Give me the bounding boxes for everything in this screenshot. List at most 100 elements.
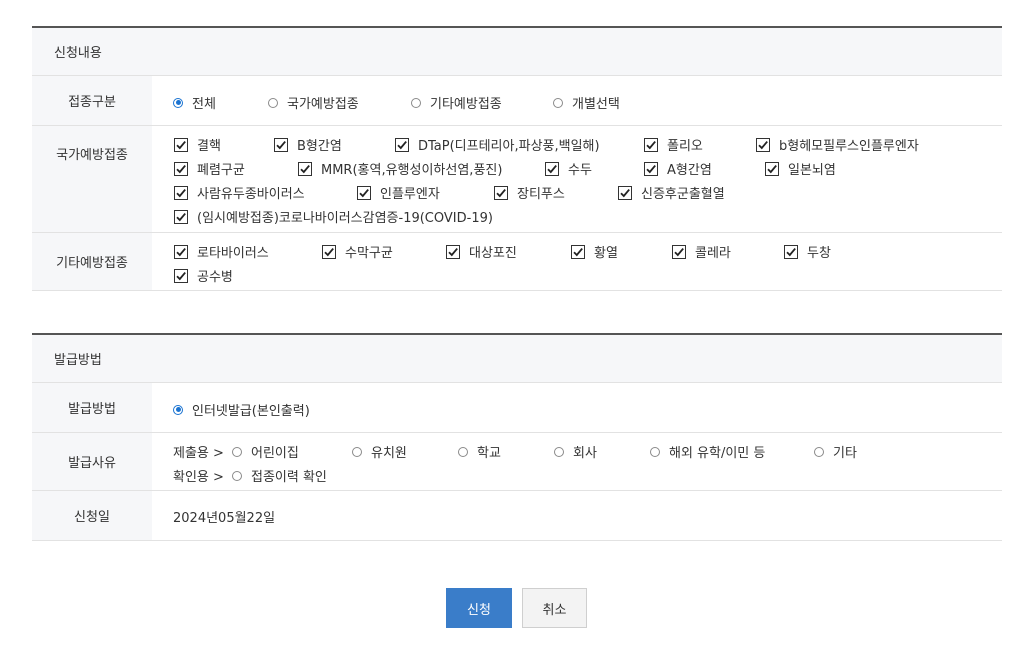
radio-all[interactable]: 전체 (173, 93, 216, 112)
checkbox-checked-icon[interactable] (298, 161, 312, 176)
checkbox-checked-icon[interactable] (174, 137, 188, 152)
category-options: 전체 국가예방접종 기타예방접종 개별선택 (152, 76, 1002, 125)
checkbox-item[interactable]: 콜레라 (672, 242, 731, 261)
checkbox-item[interactable]: 대상포진 (446, 242, 517, 261)
other-vaccine-list: 로타바이러스 수막구균 대상포진 황열 콜레라 두창 공수병 (152, 233, 1002, 290)
submit-button[interactable]: 신청 (446, 588, 512, 628)
radio-icon[interactable] (553, 97, 563, 108)
checkbox-checked-icon[interactable] (672, 244, 686, 259)
checkbox-label: 장티푸스 (517, 187, 565, 202)
checkbox-checked-icon[interactable] (357, 185, 371, 200)
checkbox-item[interactable]: (임시예방접종)코로나바이러스감염증-19(COVID-19) (174, 207, 493, 226)
radio-label: 기타 (833, 446, 857, 461)
other-vaccine-row: 기타예방접종 로타바이러스 수막구균 대상포진 황열 콜레라 두창 공수병 (32, 233, 1002, 291)
radio-icon[interactable] (232, 446, 242, 457)
radio-icon[interactable] (458, 446, 468, 457)
radio-internet-issue[interactable]: 인터넷발급(본인출력) (173, 400, 310, 419)
checkbox-item[interactable]: 신증후군출혈열 (618, 183, 725, 202)
checkbox-checked-icon[interactable] (322, 244, 336, 259)
confirm-prefix: 확인용 > (173, 470, 224, 485)
radio-icon[interactable] (352, 446, 362, 457)
checkbox-item[interactable]: 로타바이러스 (174, 242, 269, 261)
checkbox-label: 대상포진 (469, 246, 517, 261)
checkbox-checked-icon[interactable] (174, 161, 188, 176)
checkbox-item[interactable]: 수막구균 (322, 242, 393, 261)
checkbox-label: 폴리오 (667, 139, 703, 154)
checkbox-label: 공수병 (197, 270, 233, 285)
radio-icon[interactable] (650, 446, 660, 457)
checkbox-label: (임시예방접종)코로나바이러스감염증-19(COVID-19) (197, 211, 493, 226)
radio-label: 회사 (573, 446, 597, 461)
radio-selected-icon[interactable] (173, 404, 183, 415)
radio-label: 학교 (477, 446, 501, 461)
radio-history-check[interactable]: 접종이력 확인 (232, 466, 327, 485)
checkbox-label: 수두 (568, 163, 592, 178)
checkbox-checked-icon[interactable] (756, 137, 770, 152)
checkbox-item[interactable]: A형간염 (644, 159, 712, 178)
radio-label: 전체 (192, 97, 216, 112)
radio-kindergarten[interactable]: 유치원 (352, 442, 407, 461)
application-date: 2024년05월22일 (173, 511, 276, 526)
row-label: 접종구분 (32, 76, 152, 125)
radio-selected-icon[interactable] (173, 97, 183, 108)
checkbox-checked-icon[interactable] (571, 244, 585, 259)
radio-label: 어린이집 (251, 446, 299, 461)
radio-individual[interactable]: 개별선택 (553, 93, 620, 112)
checkbox-checked-icon[interactable] (274, 137, 288, 152)
checkbox-item[interactable]: 황열 (571, 242, 618, 261)
radio-label: 유치원 (371, 446, 407, 461)
radio-daycare[interactable]: 어린이집 (232, 442, 299, 461)
radio-icon[interactable] (814, 446, 824, 457)
issue-reason-row: 발급사유 제출용 > 어린이집 유치원 학교 회사 해외 유학/이민 등 기타 … (32, 433, 1002, 491)
radio-label: 해외 유학/이민 등 (669, 446, 766, 461)
radio-icon[interactable] (411, 97, 421, 108)
checkbox-item[interactable]: 결핵 (174, 135, 221, 154)
checkbox-checked-icon[interactable] (545, 161, 559, 176)
national-vaccine-row: 국가예방접종 결핵 B형간염 DTaP(디프테리아,파상풍,백일해) 폴리오 b… (32, 126, 1002, 233)
checkbox-checked-icon[interactable] (395, 137, 409, 152)
checkbox-item[interactable]: 일본뇌염 (765, 159, 836, 178)
checkbox-item[interactable]: B형간염 (274, 135, 342, 154)
checkbox-item[interactable]: DTaP(디프테리아,파상풍,백일해) (395, 135, 600, 154)
radio-label: 인터넷발급(본인출력) (192, 404, 310, 419)
radio-company[interactable]: 회사 (554, 442, 597, 461)
checkbox-checked-icon[interactable] (446, 244, 460, 259)
radio-icon[interactable] (268, 97, 278, 108)
checkbox-item[interactable]: 수두 (545, 159, 592, 178)
section-title: 발급방법 (32, 333, 1002, 383)
checkbox-item[interactable]: MMR(홍역,유행성이하선염,풍진) (298, 159, 502, 178)
radio-other-reason[interactable]: 기타 (814, 442, 857, 461)
checkbox-item[interactable]: b형헤모필루스인플루엔자 (756, 135, 919, 154)
checkbox-item[interactable]: 장티푸스 (494, 183, 565, 202)
checkbox-label: 결핵 (197, 139, 221, 154)
radio-national[interactable]: 국가예방접종 (268, 93, 359, 112)
checkbox-item[interactable]: 사람유두종바이러스 (174, 183, 305, 202)
radio-study-abroad[interactable]: 해외 유학/이민 등 (650, 442, 765, 461)
checkbox-checked-icon[interactable] (644, 161, 658, 176)
radio-icon[interactable] (232, 470, 242, 481)
checkbox-checked-icon[interactable] (765, 161, 779, 176)
checkbox-checked-icon[interactable] (618, 185, 632, 200)
checkbox-checked-icon[interactable] (174, 244, 188, 259)
national-vaccine-list: 결핵 B형간염 DTaP(디프테리아,파상풍,백일해) 폴리오 b형헤모필루스인… (152, 126, 1002, 232)
category-row: 접종구분 전체 국가예방접종 기타예방접종 개별선택 (32, 76, 1002, 126)
checkbox-checked-icon[interactable] (174, 268, 188, 283)
radio-icon[interactable] (554, 446, 564, 457)
row-label: 발급방법 (32, 383, 152, 432)
checkbox-label: 사람유두종바이러스 (197, 187, 305, 202)
radio-school[interactable]: 학교 (458, 442, 501, 461)
checkbox-item[interactable]: 폴리오 (644, 135, 703, 154)
checkbox-item[interactable]: 폐렴구균 (174, 159, 245, 178)
checkbox-item[interactable]: 두창 (784, 242, 831, 261)
checkbox-item[interactable]: 인플루엔자 (357, 183, 440, 202)
checkbox-label: MMR(홍역,유행성이하선염,풍진) (321, 163, 503, 178)
checkbox-checked-icon[interactable] (784, 244, 798, 259)
cancel-button[interactable]: 취소 (522, 588, 587, 628)
radio-other[interactable]: 기타예방접종 (411, 93, 502, 112)
row-label: 발급사유 (32, 433, 152, 490)
checkbox-checked-icon[interactable] (644, 137, 658, 152)
checkbox-item[interactable]: 공수병 (174, 266, 233, 285)
checkbox-checked-icon[interactable] (174, 185, 188, 200)
checkbox-checked-icon[interactable] (494, 185, 508, 200)
checkbox-checked-icon[interactable] (174, 209, 188, 224)
